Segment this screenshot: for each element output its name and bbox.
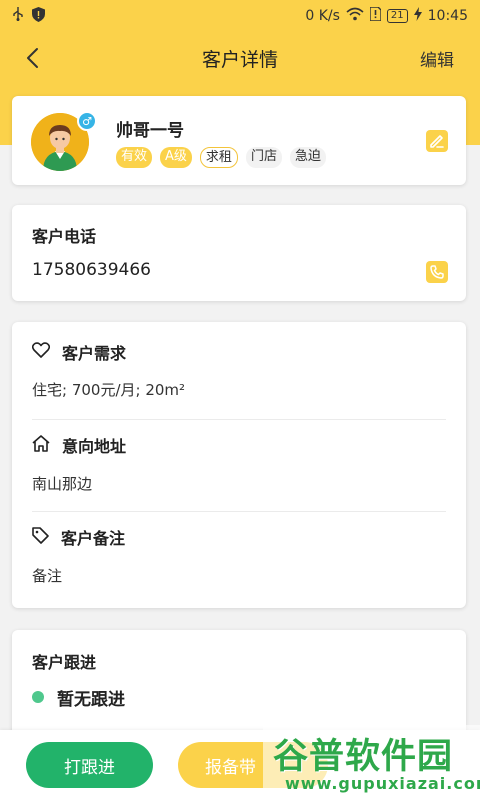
charging-icon (413, 7, 422, 25)
back-arrow-icon[interactable] (22, 46, 46, 70)
nav-bar: 客户详情 编辑 (0, 32, 480, 84)
customer-name: 帅哥一号 (116, 121, 184, 141)
battery-icon: 21 (386, 9, 408, 23)
divider (32, 419, 446, 420)
watermark-url: www.gupuxiazai.com (285, 774, 480, 793)
note-header: 客户备注 (32, 525, 125, 549)
avatar-container: ♂ (31, 111, 97, 171)
sim-icon (369, 6, 382, 25)
page-title: 客户详情 (201, 48, 278, 71)
heart-icon (31, 342, 51, 362)
phone-label: 客户电话 (32, 227, 97, 246)
network-speed: 0 K/s (305, 8, 340, 24)
address-header: 意向地址 (32, 433, 126, 457)
note-label: 客户备注 (61, 529, 126, 548)
address-value: 南山那边 (32, 475, 93, 493)
male-gender-icon: ♂ (77, 111, 97, 131)
demand-header: 客户需求 (31, 340, 127, 364)
customer-profile-card: ♂ 帅哥一号 有效 A级 求租 门店 急迫 (12, 96, 466, 185)
demand-label: 客户需求 (62, 344, 127, 363)
usb-icon (12, 7, 24, 25)
phone-card: 客户电话 17580639466 (12, 205, 466, 301)
address-label: 意向地址 (62, 437, 127, 456)
shield-icon (32, 6, 45, 26)
status-dot-icon (32, 691, 44, 703)
divider (32, 511, 446, 512)
phone-number: 17580639466 (32, 260, 151, 280)
tag-valid: 有效 (116, 147, 153, 168)
watermark: 谷普软件园 www.gupuxiazai.com (263, 725, 480, 800)
tag-urgent: 急迫 (289, 147, 326, 168)
details-card: 客户需求 住宅; 700元/月; 20m² 意向地址 南山那边 客户备注 备注 (12, 322, 466, 608)
note-value: 备注 (32, 567, 63, 585)
tag-store: 门店 (245, 147, 282, 168)
follow-empty-text: 暂无跟进 (57, 690, 125, 710)
clock-time: 10:45 (427, 8, 468, 24)
tag-rent: 求租 (199, 147, 238, 168)
customer-tags: 有效 A级 求租 门店 急迫 (116, 147, 326, 168)
wifi-icon (346, 7, 364, 25)
edit-profile-icon[interactable] (426, 130, 448, 152)
phone-call-icon[interactable] (426, 261, 448, 283)
demand-value: 住宅; 700元/月; 20m² (32, 381, 186, 399)
tag-icon (32, 526, 49, 548)
home-icon (32, 434, 50, 456)
watermark-name: 谷普软件园 (273, 737, 454, 777)
add-follow-button[interactable]: 打跟进 (26, 742, 153, 788)
status-bar: 0 K/s 21 10:45 (0, 0, 480, 32)
tag-grade: A级 (160, 147, 192, 168)
follow-title: 客户跟进 (32, 653, 97, 672)
follow-card: 客户跟进 暂无跟进 (12, 630, 466, 740)
edit-button[interactable]: 编辑 (420, 46, 454, 71)
